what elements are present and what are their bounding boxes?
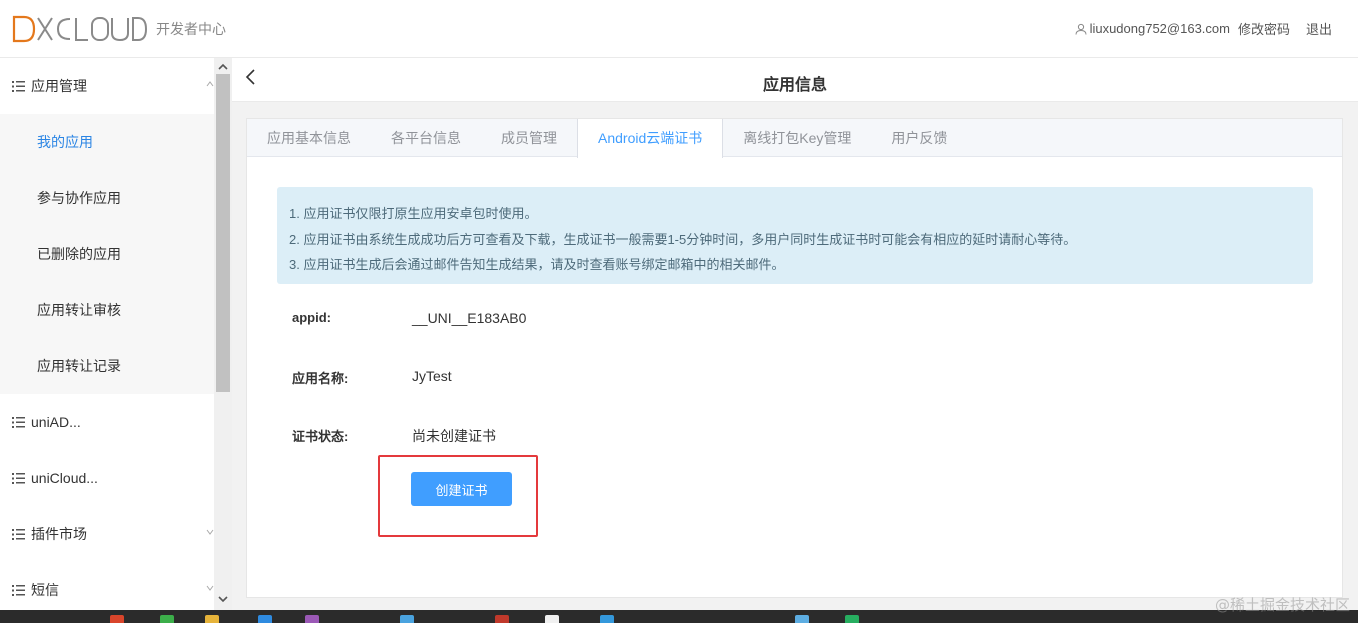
- sidebar-group-label: uniCloud...: [31, 470, 98, 486]
- taskbar-app-icon[interactable]: [795, 615, 809, 623]
- notice-line: 1. 应用证书仅限打原生应用安卓包时使用。: [289, 206, 538, 221]
- scroll-up-arrow-icon[interactable]: [218, 62, 228, 72]
- tab-bar: 应用基本信息 各平台信息 成员管理 Android云端证书 离线打包Key管理 …: [247, 119, 1342, 158]
- sidebar-group-label: 应用管理: [31, 78, 87, 94]
- taskbar-app-icon[interactable]: [160, 615, 174, 623]
- title-bar: 应用信息: [232, 58, 1358, 102]
- taskbar-app-icon[interactable]: [305, 615, 319, 623]
- sidebar-submenu: 我的应用 参与协作应用 已删除的应用 应用转让审核 应用转让记录: [0, 114, 232, 394]
- sidebar-item-my-apps[interactable]: 我的应用: [0, 114, 214, 170]
- os-taskbar: [0, 610, 1358, 623]
- list-icon: [12, 416, 25, 428]
- list-icon: [12, 528, 25, 540]
- list-icon: [12, 584, 25, 596]
- user-area: liuxudong752@163.com 修改密码 退出: [1075, 19, 1332, 38]
- taskbar-app-icon[interactable]: [545, 615, 559, 623]
- sidebar-group-uniad[interactable]: uniAD...: [0, 394, 232, 450]
- appid-row: appid: __UNI__E183AB0: [292, 310, 526, 326]
- app-info-card: 应用基本信息 各平台信息 成员管理 Android云端证书 离线打包Key管理 …: [246, 118, 1343, 598]
- notice-line: 2. 应用证书由系统生成成功后方可查看及下载，生成证书一般需要1-5分钟时间，多…: [289, 231, 1077, 247]
- app-name-value: JyTest: [412, 368, 452, 384]
- change-password-link[interactable]: 修改密码: [1238, 19, 1290, 38]
- taskbar-app-icon[interactable]: [845, 615, 859, 623]
- taskbar-app-icon[interactable]: [258, 615, 272, 623]
- brand-logo[interactable]: 开发者中心: [12, 14, 226, 44]
- info-notice: 1. 应用证书仅限打原生应用安卓包时使用。 2. 应用证书由系统生成成功后方可查…: [277, 187, 1313, 284]
- logout-link[interactable]: 退出: [1306, 19, 1332, 38]
- scroll-down-arrow-icon[interactable]: [218, 594, 228, 604]
- cert-status-value: 尚未创建证书: [412, 428, 496, 444]
- tab-basic-info[interactable]: 应用基本信息: [247, 119, 371, 157]
- tab-android-cert[interactable]: Android云端证书: [577, 119, 724, 158]
- sidebar-group-label: 插件市场: [31, 526, 87, 542]
- user-email[interactable]: liuxudong752@163.com: [1090, 21, 1230, 36]
- create-cert-button[interactable]: 创建证书: [411, 472, 512, 506]
- appid-value: __UNI__E183AB0: [412, 310, 527, 326]
- sidebar-item-collab-apps[interactable]: 参与协作应用: [0, 170, 214, 226]
- chevron-up-icon: [206, 81, 214, 87]
- list-icon: [12, 80, 25, 92]
- taskbar-app-icon[interactable]: [495, 615, 509, 623]
- sidebar-group-label: uniAD...: [31, 414, 81, 430]
- tab-offline-key[interactable]: 离线打包Key管理: [723, 119, 871, 157]
- sidebar-group-sms[interactable]: 短信: [0, 562, 232, 610]
- list-icon: [12, 472, 25, 484]
- sidebar-item-transfer-review[interactable]: 应用转让审核: [0, 282, 214, 338]
- chevron-down-icon: [206, 585, 214, 591]
- tab-member-management[interactable]: 成员管理: [481, 119, 577, 157]
- sidebar-group-label: 短信: [31, 582, 59, 598]
- taskbar-app-icon[interactable]: [400, 615, 414, 623]
- app-name-label: 应用名称:: [292, 371, 349, 386]
- sidebar-group-unicloud[interactable]: uniCloud...: [0, 450, 232, 506]
- taskbar-app-icon[interactable]: [205, 615, 219, 623]
- cert-status-row: 证书状态: 尚未创建证书: [292, 426, 496, 446]
- sidebar-scrollbar[interactable]: [214, 58, 232, 610]
- scrollbar-thumb[interactable]: [216, 74, 230, 392]
- sidebar: 应用管理 我的应用 参与协作应用 已删除的应用 应用转让审核 应用转让记录 un…: [0, 58, 232, 610]
- brand-subtitle: 开发者中心: [156, 22, 226, 38]
- top-header: 开发者中心 liuxudong752@163.com 修改密码 退出: [0, 0, 1358, 58]
- taskbar-app-icon[interactable]: [110, 615, 124, 623]
- sidebar-group-plugin-market[interactable]: 插件市场: [0, 506, 232, 562]
- cert-status-label: 证书状态:: [292, 429, 349, 444]
- dcloud-logo-icon: [12, 15, 148, 43]
- tab-platform-info[interactable]: 各平台信息: [371, 119, 481, 157]
- page-title: 应用信息: [762, 77, 827, 94]
- sidebar-group-app-management[interactable]: 应用管理: [0, 58, 232, 114]
- appid-label: appid:: [292, 310, 331, 325]
- watermark: @稀土掘金技术社区: [1214, 596, 1350, 614]
- app-name-row: 应用名称: JyTest: [292, 368, 452, 387]
- notice-line: 3. 应用证书生成后会通过邮件告知生成结果，请及时查看账号绑定邮箱中的相关邮件。: [289, 257, 785, 272]
- tab-user-feedback[interactable]: 用户反馈: [871, 119, 967, 157]
- sidebar-item-transfer-records[interactable]: 应用转让记录: [0, 338, 214, 394]
- sidebar-item-deleted-apps[interactable]: 已删除的应用: [0, 226, 214, 282]
- chevron-down-icon: [206, 529, 214, 535]
- main-content: 应用信息 应用基本信息 各平台信息 成员管理 Android云端证书 离线打包K…: [232, 58, 1358, 610]
- taskbar-app-icon[interactable]: [600, 615, 614, 623]
- user-icon: [1075, 23, 1087, 35]
